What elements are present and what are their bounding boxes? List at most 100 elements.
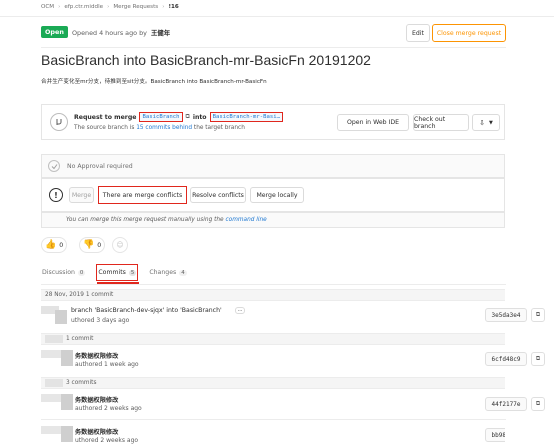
- thumbs-up-button[interactable]: 👍 0: [41, 237, 68, 253]
- thumbs-down-icon: 👎: [83, 240, 95, 250]
- merge-conflicts-text: There are merge conflicts: [98, 186, 187, 204]
- commit-author-info: uthored 2 weeks ago: [75, 437, 139, 444]
- approval-section: No Approval required: [41, 154, 505, 178]
- tab-discussion-label: Discussion: [42, 269, 75, 276]
- commit-author-info: uthored 3 days ago: [71, 317, 130, 324]
- branch-avatar-icon: [50, 113, 68, 131]
- approval-text: No Approval required: [67, 163, 133, 170]
- source-branch[interactable]: BasicBranch: [139, 112, 183, 122]
- commit-row: 务数据权限修改 uthored 2 weeks ago bb9865a9 ⧉: [41, 422, 505, 445]
- tabs: Discussion 0 Commits 5 Changes 4: [41, 264, 188, 281]
- page-title: BasicBranch into BasicBranch-mr-BasicFn …: [41, 52, 371, 68]
- tab-changes-label: Changes: [149, 269, 177, 276]
- author-name[interactable]: 王健年: [151, 29, 170, 37]
- open-web-ide-button[interactable]: Open in Web IDE: [337, 114, 409, 131]
- tab-changes-count: 4: [179, 269, 187, 276]
- commit-day-header: 1 commit: [41, 333, 505, 345]
- commit-day-count: 1 commit: [66, 336, 94, 342]
- mr-description: 合并生产变化至mr分支，待推到至sit分支。BasicBranch into B…: [41, 79, 267, 85]
- avatar: [41, 426, 61, 434]
- copy-icon[interactable]: ⧉: [531, 397, 545, 411]
- opened-text: Opened 4 hours ago by: [72, 29, 147, 37]
- breadcrumb-separator: ›: [162, 4, 165, 10]
- request-line: Request to merge BasicBranch ⧉ into Basi…: [74, 112, 283, 122]
- breadcrumb-project[interactable]: efp.ctr.middle: [64, 4, 103, 10]
- resolve-conflicts-button[interactable]: Resolve conflicts: [190, 187, 246, 203]
- copy-icon[interactable]: ⧉: [531, 352, 545, 366]
- check-out-branch-button[interactable]: Check out branch: [413, 114, 469, 131]
- check-circle-icon: [48, 160, 60, 172]
- breadcrumb-separator: ›: [58, 4, 61, 10]
- commit-title[interactable]: 务数据权限修改: [75, 351, 118, 360]
- tab-changes[interactable]: Changes 4: [148, 265, 187, 280]
- tab-commits[interactable]: Commits 5: [96, 264, 139, 281]
- thumbs-up-count: 0: [59, 241, 64, 249]
- commit-row: 务数据权限修改 authored 2 weeks ago 44f2177e ⧉: [41, 390, 545, 416]
- breadcrumb-group[interactable]: OCM: [41, 4, 54, 10]
- avatar: [41, 394, 61, 402]
- copy-icon[interactable]: ⧉: [186, 113, 190, 121]
- commit-title[interactable]: 务数据权限修改: [75, 395, 118, 404]
- status-badge: Open: [41, 26, 68, 38]
- merge-locally-button[interactable]: Merge locally: [250, 187, 304, 203]
- divider: [41, 47, 506, 48]
- commit-author-info: authored 1 week ago: [75, 361, 139, 368]
- breadcrumb: OCM › efp.ctr.middle › Merge Requests › …: [41, 4, 179, 10]
- avatar: [41, 350, 61, 358]
- commit-sha[interactable]: 6cfd48c9: [485, 352, 527, 366]
- breadcrumb-current[interactable]: !16: [168, 4, 178, 10]
- thumbs-down-button[interactable]: 👎 0: [79, 237, 106, 253]
- copy-icon[interactable]: ⧉: [531, 308, 545, 322]
- commit-title[interactable]: branch 'BasicBranch-dev-sjqx' into 'Basi…: [71, 307, 222, 314]
- avatar: [61, 350, 73, 366]
- request-prefix: Request to merge: [74, 113, 137, 121]
- commit-row: 务数据权限修改 authored 1 week ago 6cfd48c9 ⧉: [41, 346, 545, 372]
- target-branch[interactable]: BasicBranch-mr-Basi…: [209, 112, 283, 122]
- thumbs-down-count: 0: [97, 241, 102, 249]
- download-icon: ⇩: [479, 118, 485, 127]
- avatar: [55, 310, 67, 324]
- commit-day-header: 3 commits: [41, 377, 505, 389]
- avatar: [61, 394, 73, 410]
- commit-sha[interactable]: 3e5da3e4: [485, 308, 527, 322]
- behind-post: the target branch: [193, 125, 245, 131]
- chevron-down-icon: ▼: [489, 119, 493, 126]
- behind-pre: The source branch is: [74, 125, 135, 131]
- behind-link[interactable]: 15 commits behind: [136, 125, 192, 131]
- avatar: [61, 426, 73, 442]
- download-dropdown-button[interactable]: ⇩ ▼: [472, 114, 500, 131]
- date-blur: [45, 335, 63, 343]
- merge-button[interactable]: Merge: [69, 187, 94, 203]
- commit-day-header: 28 Nov, 2019 1 commit: [41, 289, 505, 301]
- manual-merge-pre: You can merge this merge request manuall…: [66, 217, 224, 223]
- command-line-link[interactable]: command line: [225, 217, 266, 223]
- divider: [41, 284, 506, 285]
- manual-merge-section: You can merge this merge request manuall…: [41, 212, 505, 228]
- tab-discussion-count: 0: [77, 269, 86, 276]
- merge-conflicts-section: ! Merge There are merge conflicts Resolv…: [41, 178, 505, 212]
- divider: [0, 16, 554, 17]
- breadcrumb-separator: ›: [107, 4, 110, 10]
- into-text: into: [192, 113, 207, 121]
- tab-commits-label: Commits: [98, 269, 126, 276]
- opened-info: Opened 4 hours ago by 王健年: [72, 28, 170, 37]
- merge-request-widget: Request to merge BasicBranch ⧉ into Basi…: [41, 104, 505, 140]
- add-reaction-icon[interactable]: ☺: [112, 237, 128, 253]
- divider: [41, 419, 506, 420]
- warning-icon: !: [49, 188, 63, 202]
- thumbs-up-icon: 👍: [45, 240, 57, 250]
- expand-description-button[interactable]: ···: [235, 307, 245, 314]
- commit-author-info: authored 2 weeks ago: [75, 405, 142, 412]
- close-merge-request-button[interactable]: Close merge request: [432, 24, 506, 42]
- commit-row: branch 'BasicBranch-dev-sjqx' into 'Basi…: [41, 302, 545, 328]
- date-blur: [45, 379, 63, 387]
- behind-info: The source branch is 15 commits behind t…: [74, 125, 245, 131]
- commit-sha[interactable]: bb9865a9: [485, 428, 505, 442]
- tab-commits-count: 5: [128, 269, 137, 276]
- tab-discussion[interactable]: Discussion 0: [41, 265, 86, 280]
- commit-title[interactable]: 务数据权限修改: [75, 427, 118, 436]
- breadcrumb-section[interactable]: Merge Requests: [113, 4, 158, 10]
- commit-sha[interactable]: 44f2177e: [485, 397, 527, 411]
- edit-button[interactable]: Edit: [406, 24, 430, 42]
- commit-day-count: 3 commits: [66, 380, 97, 386]
